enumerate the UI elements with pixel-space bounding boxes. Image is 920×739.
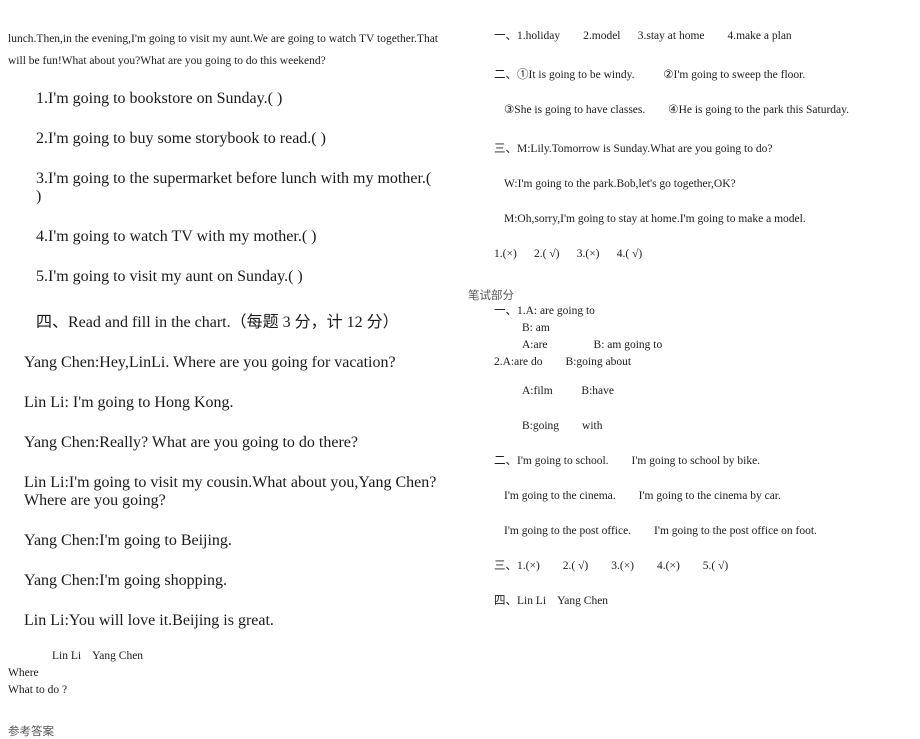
written-four-text: Lin Li Yang Chen (517, 595, 609, 607)
written-section-title: 笔试部分 (468, 288, 514, 302)
dialogue-line-1: Yang Chen:Hey,LinLi. Where are you going… (24, 354, 396, 371)
chart-row-what: What to do ? (8, 684, 68, 696)
listening-three-line-2: W:I'm going to the park.Bob,let's go tog… (504, 178, 736, 190)
dialogue-line-3: Yang Chen:Really? What are you going to … (24, 434, 358, 451)
written-four-block: 四、Lin Li Yang Chen (460, 593, 906, 610)
written-one-line-5: A:film B:have (522, 385, 614, 397)
listening-three-results: 1.(×) 2.( √) 3.(×) 4.( √) (494, 248, 643, 260)
listening-three-block: 三、M:Lily.Tomorrow is Sunday.What are you… (460, 141, 906, 158)
written-one-line-6: B:going with (522, 420, 603, 432)
written-two-line-1: I'm going to school. I'm going to school… (517, 455, 761, 467)
written-two-label: 二、 (494, 455, 517, 467)
dialogue-line-6: Yang Chen:I'm going shopping. (24, 572, 228, 589)
listening-two-line-2: ③She is going to have classes. ④He is go… (504, 104, 850, 116)
listening-three-line-1: M:Lily.Tomorrow is Sunday.What are you g… (517, 143, 773, 155)
written-one-label: 一、 (494, 305, 517, 317)
written-two-block: 二、I'm going to school. I'm going to scho… (460, 453, 906, 470)
reading-passage: lunch.Then,in the evening,I'm going to v… (8, 33, 438, 67)
written-three-text: 1.(×) 2.( √) 3.(×) 4.(×) 5.( √) (517, 560, 729, 572)
listening-one-block: 一、1.holiday 2.model 3.stay at home 4.mak… (460, 28, 906, 45)
left-column: lunch.Then,in the evening,I'm going to v… (0, 0, 460, 738)
written-two-line-2: I'm going to the cinema. I'm going to th… (504, 490, 781, 502)
written-three-block: 三、1.(×) 2.( √) 3.(×) 4.(×) 5.( √) (460, 558, 906, 575)
written-one-line-3: A:are B: am going to (522, 339, 663, 351)
true-false-item-4: 4.I'm going to watch TV with my mother.(… (36, 228, 317, 245)
dialogue-line-7: Lin Li:You will love it.Beijing is great… (24, 612, 274, 629)
dialogue-line-2: Lin Li: I'm going to Hong Kong. (24, 394, 234, 411)
chart-row-where: Where (8, 667, 39, 679)
true-false-item-3: 3.I'm going to the supermarket before lu… (36, 170, 432, 205)
listening-three-line-3: M:Oh,sorry,I'm going to stay at home.I'm… (504, 213, 806, 225)
listening-one-label: 一、 (494, 30, 517, 42)
written-three-label: 三、 (494, 560, 517, 572)
section-four-heading: 四、Read and fill in the chart.（每题 3 分，计 1… (36, 314, 399, 331)
answer-key-title: 参考答案 (8, 724, 54, 738)
written-one-block: 一、1.A: are going to (460, 303, 906, 320)
true-false-item-5: 5.I'm going to visit my aunt on Sunday.(… (36, 268, 303, 285)
written-four-label: 四、 (494, 595, 517, 607)
listening-two-label: 二、 (494, 69, 517, 81)
listening-two-block: 二、①It is going to be windy. ②I'm going t… (460, 67, 906, 84)
true-false-item-2: 2.I'm going to buy some storybook to rea… (36, 130, 326, 147)
listening-two-line-1: ①It is going to be windy. ②I'm going to … (517, 69, 806, 81)
document-page: lunch.Then,in the evening,I'm going to v… (0, 0, 920, 738)
written-one-line-2: B: am (522, 322, 550, 334)
listening-one-line-1: 1.holiday 2.model 3.stay at home 4.make … (517, 30, 792, 42)
written-one-line-4: 2.A:are do B:going about (494, 356, 632, 368)
written-one-line-1: 1.A: are going to (517, 305, 595, 317)
written-two-line-3: I'm going to the post office. I'm going … (504, 525, 817, 537)
dialogue-line-4: Lin Li:I'm going to visit my cousin.What… (24, 474, 437, 509)
dialogue-line-5: Yang Chen:I'm going to Beijing. (24, 532, 232, 549)
right-column: 一、1.holiday 2.model 3.stay at home 4.mak… (460, 0, 920, 651)
true-false-item-1: 1.I'm going to bookstore on Sunday.( ) (36, 90, 283, 107)
listening-three-label: 三、 (494, 143, 517, 155)
